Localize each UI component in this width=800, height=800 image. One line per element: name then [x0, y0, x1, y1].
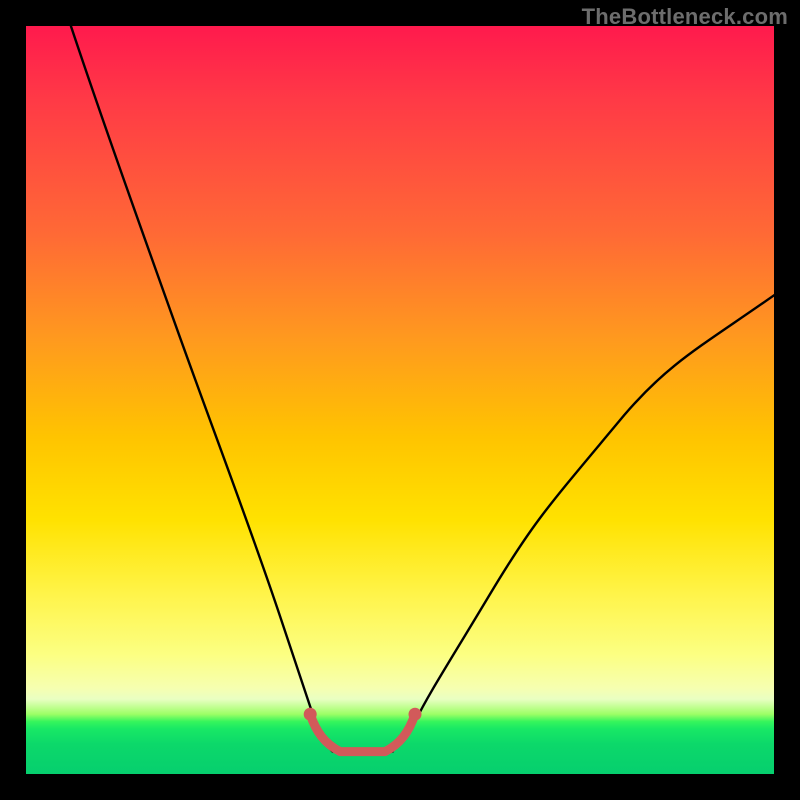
chart-frame: TheBottleneck.com — [0, 0, 800, 800]
optimal-end-marker — [409, 708, 422, 721]
watermark-label: TheBottleneck.com — [582, 4, 788, 30]
plot-area — [26, 26, 774, 774]
curve-layer — [26, 26, 774, 774]
optimal-start-marker — [304, 708, 317, 721]
bottleneck-curve — [71, 26, 774, 752]
optimal-flat-segment — [310, 714, 415, 751]
